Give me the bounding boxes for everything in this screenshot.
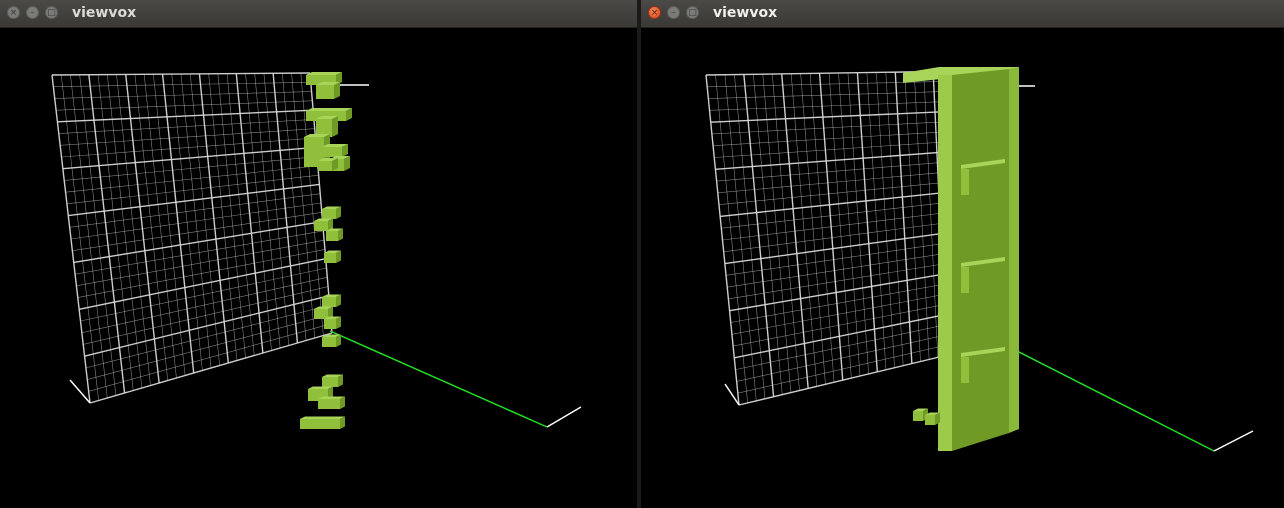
grid-line: [70, 202, 322, 240]
grid-line: [904, 71, 921, 362]
grid-line: [77, 249, 325, 298]
minimize-icon[interactable]: –: [667, 6, 680, 19]
voxel-block-side: [334, 82, 340, 99]
viewvox-window-right[interactable]: × – □ viewvox: [641, 0, 1284, 508]
viewvox-window-left[interactable]: × – □ viewvox: [0, 0, 637, 508]
voxel-block-top: [300, 416, 345, 419]
maximize-icon[interactable]: □: [686, 6, 699, 19]
grid-line: [76, 239, 325, 287]
x-axis-line: [329, 330, 548, 428]
voxel-block-front: [316, 85, 334, 99]
axis-marker: [546, 406, 582, 428]
voxel-ledge-front: [961, 169, 969, 195]
close-icon[interactable]: ×: [7, 6, 20, 19]
voxel-block-front: [322, 337, 336, 347]
grid-line: [847, 72, 869, 374]
voxel-pillar-front: [938, 75, 952, 451]
grid-line: [913, 71, 930, 360]
voxel-block-front: [324, 319, 336, 329]
grid-line: [894, 72, 913, 364]
grid-line: [84, 295, 330, 357]
grid-line: [208, 73, 238, 361]
voxel-block-front: [314, 221, 328, 231]
grid-line: [856, 72, 878, 372]
voxel-block-front: [324, 253, 336, 263]
voxel-block-front: [322, 297, 336, 307]
voxel-ledge-front: [961, 267, 969, 293]
axis-marker: [69, 379, 91, 404]
voxel-block-front: [326, 231, 338, 241]
grid-line: [73, 220, 323, 264]
axis-marker: [1213, 430, 1254, 452]
grid-line: [79, 258, 326, 310]
grid-line: [75, 230, 324, 275]
voxel-3d-viewport[interactable]: [0, 27, 637, 508]
voxel-base-block-front: [913, 411, 923, 421]
voxel-block-side: [332, 116, 338, 137]
voxel-block-front: [318, 161, 332, 171]
voxel-block-front: [322, 377, 338, 387]
grid-line: [72, 211, 322, 252]
voxel-ledge-front: [961, 357, 969, 383]
maximize-icon[interactable]: □: [45, 6, 58, 19]
voxel-block-front: [322, 209, 336, 219]
voxel-block-top: [306, 108, 352, 111]
voxel-block-front: [318, 399, 340, 409]
x-axis-line: [1012, 348, 1215, 452]
voxel-pillar-edge: [1009, 67, 1019, 433]
grid-plane: [51, 72, 333, 404]
grid-line: [217, 73, 246, 359]
grid-line: [189, 73, 220, 366]
window-title: viewvox: [72, 5, 137, 21]
voxel-block-front: [300, 419, 340, 429]
voxel-block-front: [314, 309, 328, 319]
voxel-3d-viewport[interactable]: [641, 27, 1284, 508]
grid-line: [80, 267, 327, 322]
voxel-base-block-front: [925, 415, 935, 425]
close-icon[interactable]: ×: [648, 6, 661, 19]
grid-line: [866, 72, 887, 370]
grid-line: [272, 73, 299, 344]
grid-line: [85, 304, 330, 369]
minimize-icon[interactable]: –: [26, 6, 39, 19]
voxel-block-front: [322, 147, 342, 157]
window-title: viewvox: [713, 5, 778, 21]
voxel-block-top: [306, 72, 342, 75]
title-bar[interactable]: × – □ viewvox: [641, 0, 1284, 28]
grid-line: [89, 332, 333, 404]
grid-line: [885, 72, 904, 366]
grid-line: [83, 286, 329, 345]
grid-line: [876, 72, 895, 368]
title-bar[interactable]: × – □ viewvox: [0, 0, 637, 28]
grid-line: [198, 73, 229, 364]
